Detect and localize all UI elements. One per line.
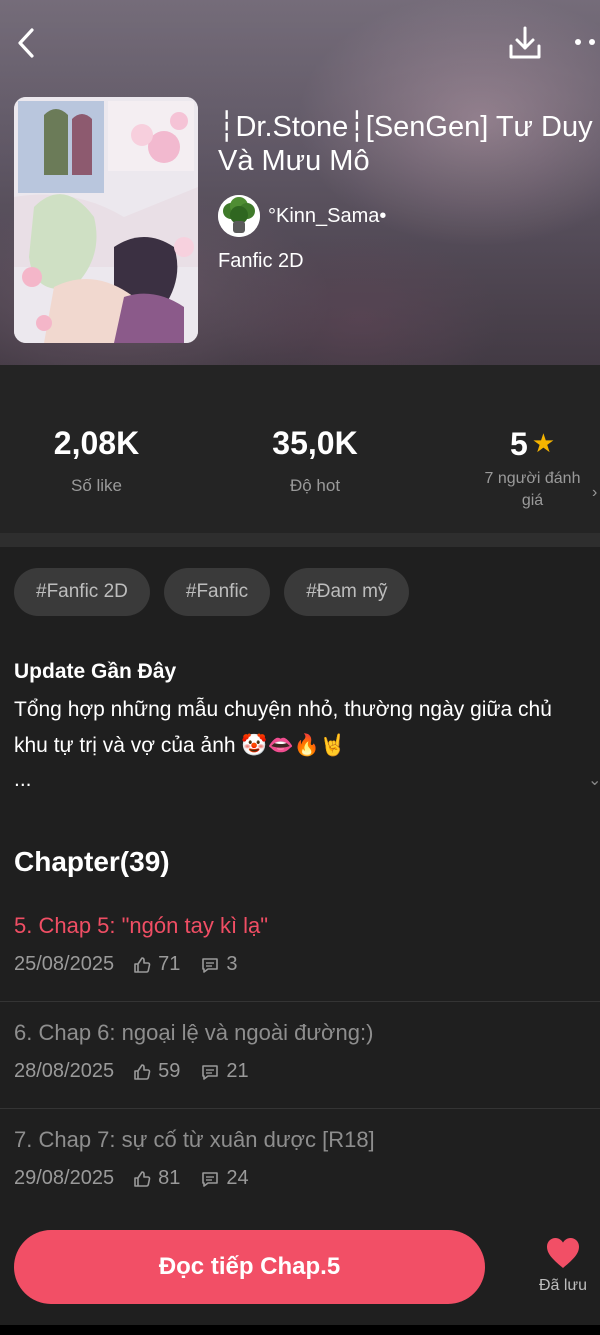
stat-hot: 35,0K Độ hot	[215, 425, 415, 497]
heart-icon	[547, 1238, 579, 1268]
saved-label: Đã lưu	[538, 1277, 588, 1294]
description-title: Update Gần Đây	[14, 660, 177, 683]
stat-rating[interactable]: 5 ★ 7 người đánh giá	[465, 425, 600, 512]
chapter-item[interactable]: 6. Chap 6: ngoại lệ và ngoài đường:) 28/…	[0, 1002, 600, 1109]
chapter-comments: 3	[226, 953, 238, 975]
author-avatar[interactable]	[218, 195, 260, 237]
tag-fanfic-2d[interactable]: #Fanfic 2D	[14, 568, 150, 616]
expand-description-icon[interactable]: ⌄	[588, 770, 600, 790]
chevron-left-icon	[18, 28, 34, 58]
author-row[interactable]: °Kinn_Sama•	[218, 195, 386, 237]
chapter-item[interactable]: 5. Chap 5: "ngón tay kì lạ" 25/08/2025 7…	[0, 895, 600, 1002]
more-dots-icon	[575, 39, 595, 45]
rating-label: 7 người đánh giá	[484, 470, 581, 509]
description-text: Tổng hợp những mẫu chuyện nhỏ, thường ng…	[14, 698, 552, 757]
chapter-item[interactable]: 7. Chap 7: sự cố từ xuân dược [R18] 29/0…	[0, 1109, 600, 1216]
chapter-likes: 71	[158, 953, 181, 975]
star-icon: ★	[531, 428, 556, 458]
tag-dam-my[interactable]: #Đam mỹ	[284, 568, 410, 616]
chapter-likes: 81	[158, 1167, 181, 1189]
back-button[interactable]	[12, 26, 42, 60]
likes-value: 2,08K	[53, 425, 140, 461]
chapter-date: 25/08/2025	[14, 953, 115, 975]
hot-label: Độ hot	[289, 476, 341, 495]
tag-list: #Fanfic 2D #Fanfic #Đam mỹ	[14, 568, 410, 616]
chapter-title[interactable]: 6. Chap 6: ngoại lệ và ngoài đường:)	[14, 1020, 373, 1046]
chapter-meta: 25/08/2025 71 3	[14, 953, 257, 976]
rating-value: 5	[509, 426, 528, 462]
download-button[interactable]	[507, 24, 543, 62]
continue-reading-button[interactable]: Đọc tiếp Chap.5	[14, 1230, 485, 1304]
chapter-title[interactable]: 7. Chap 7: sự cố từ xuân dược [R18]	[14, 1127, 375, 1153]
section-divider	[0, 533, 600, 547]
story-cover-image[interactable]	[14, 97, 198, 343]
chapter-comments: 21	[226, 1060, 249, 1082]
bottom-action-bar: Đọc tiếp Chap.5 Đã lưu	[0, 1212, 600, 1325]
more-options-button[interactable]	[572, 30, 600, 54]
chapter-comments: 24	[226, 1167, 249, 1189]
tag-fanfic[interactable]: #Fanfic	[163, 568, 271, 616]
rating-value-row: 5 ★	[465, 425, 600, 462]
comment-icon	[202, 1064, 219, 1080]
stats-panel: 2,08K Số like 35,0K Độ hot 5 ★ 7 người đá…	[0, 365, 600, 533]
thumbs-up-icon	[134, 956, 151, 973]
stat-likes: 2,08K Số like	[0, 425, 193, 497]
author-name[interactable]: °Kinn_Sama•	[268, 205, 386, 228]
system-nav-strip	[0, 1325, 600, 1335]
description-ellipsis[interactable]: ...	[14, 768, 32, 792]
save-button[interactable]: Đã lưu	[528, 1236, 598, 1295]
top-bar	[0, 0, 600, 90]
comment-icon	[202, 957, 219, 973]
story-title: ┆Dr.Stone┆[SenGen] Tư Duy Và Mưu Mô	[218, 111, 593, 177]
chevron-right-icon[interactable]: ›	[592, 484, 597, 502]
thumbs-up-icon	[134, 1170, 151, 1187]
chapter-meta: 29/08/2025 81 24	[14, 1167, 269, 1190]
chapter-list-header: Chapter(39)	[14, 846, 170, 877]
chapter-date: 29/08/2025	[14, 1167, 115, 1189]
download-icon	[509, 26, 541, 59]
chapter-meta: 28/08/2025 59 21	[14, 1060, 269, 1083]
hot-value: 35,0K	[272, 425, 358, 461]
comment-icon	[202, 1171, 219, 1187]
chapter-title[interactable]: 5. Chap 5: "ngón tay kì lạ"	[14, 913, 268, 939]
chapter-likes: 59	[158, 1060, 181, 1082]
likes-label: Số like	[70, 476, 123, 495]
chapter-date: 28/08/2025	[14, 1060, 115, 1082]
thumbs-up-icon	[134, 1063, 151, 1080]
story-genre: Fanfic 2D	[218, 250, 304, 272]
